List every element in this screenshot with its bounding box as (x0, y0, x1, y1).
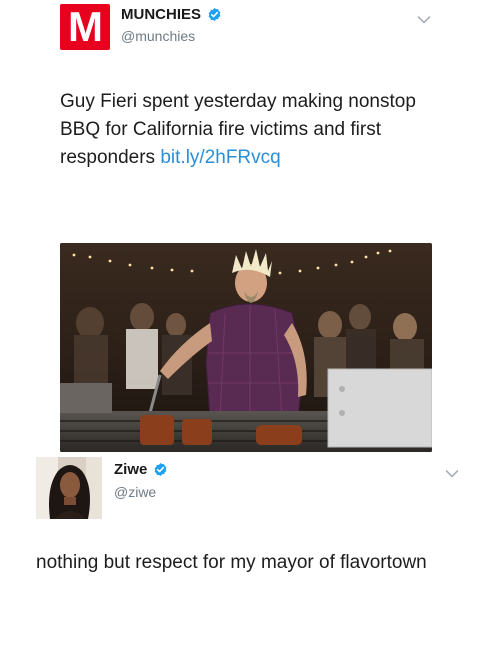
tweet-photo[interactable] (60, 243, 432, 452)
author-name-row[interactable]: MUNCHIES (121, 6, 222, 23)
ziwe-avatar[interactable] (36, 457, 102, 519)
avatar-photo (36, 457, 102, 519)
munchies-logo-letter: M (68, 3, 103, 50)
verified-badge-icon (208, 7, 221, 22)
munchies-tweet: M MUNCHIES @munchies Guy Fieri spent yes… (0, 0, 489, 455)
author-handle[interactable]: @munchies (121, 28, 195, 44)
chevron-down-icon[interactable] (445, 469, 459, 479)
bbq-photo-illustration (60, 243, 432, 452)
reply-author-handle[interactable]: @ziwe (114, 484, 156, 500)
munchies-avatar[interactable]: M (60, 4, 110, 50)
author-display-name[interactable]: MUNCHIES (121, 6, 201, 23)
verified-badge-icon (154, 462, 167, 477)
ziwe-reply-tweet: Ziwe @ziwe nothing but respect for my ma… (0, 455, 489, 645)
chevron-down-icon[interactable] (417, 15, 431, 25)
reply-author-display-name[interactable]: Ziwe (114, 461, 147, 478)
reply-author-name-row[interactable]: Ziwe (114, 461, 168, 478)
tweet-link[interactable]: bit.ly/2hFRvcq (160, 147, 280, 168)
reply-body-text: nothing but respect for my mayor of flav… (36, 552, 427, 573)
tweet-body: Guy Fieri spent yesterday making nonstop… (60, 88, 440, 172)
